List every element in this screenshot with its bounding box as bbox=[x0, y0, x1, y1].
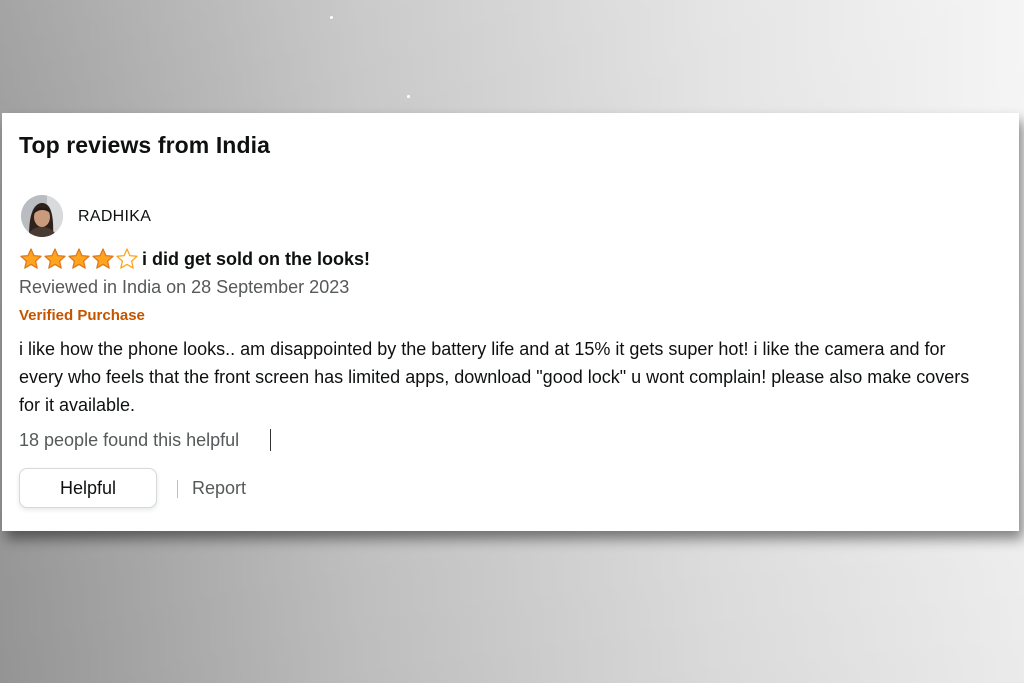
report-link[interactable]: Report bbox=[192, 478, 246, 499]
background-speck bbox=[330, 16, 333, 19]
verified-purchase-badge: Verified Purchase bbox=[19, 307, 145, 324]
review-body: i like how the phone looks.. am disappoi… bbox=[19, 339, 970, 415]
star-filled-icon bbox=[19, 247, 43, 271]
helpful-count: 18 people found this helpful bbox=[19, 430, 240, 450]
star-filled-icon bbox=[43, 247, 67, 271]
text-cursor bbox=[270, 429, 271, 451]
star-empty-icon bbox=[115, 247, 139, 271]
avatar bbox=[21, 195, 63, 237]
star-filled-icon bbox=[91, 247, 115, 271]
action-divider bbox=[177, 480, 178, 498]
user-avatar-icon bbox=[21, 195, 63, 237]
reviewer-name[interactable]: RADHIKA bbox=[78, 208, 151, 226]
star-rating[interactable] bbox=[19, 247, 139, 271]
review-headline[interactable]: i did get sold on the looks! bbox=[142, 249, 370, 270]
helpful-button[interactable]: Helpful bbox=[19, 468, 157, 508]
review-date: Reviewed in India on 28 September 2023 bbox=[19, 277, 350, 297]
background-speck bbox=[407, 95, 410, 98]
star-filled-icon bbox=[67, 247, 91, 271]
review-card: Top reviews from India RADHIKA i did get… bbox=[2, 113, 1019, 531]
section-title: Top reviews from India bbox=[19, 132, 270, 158]
